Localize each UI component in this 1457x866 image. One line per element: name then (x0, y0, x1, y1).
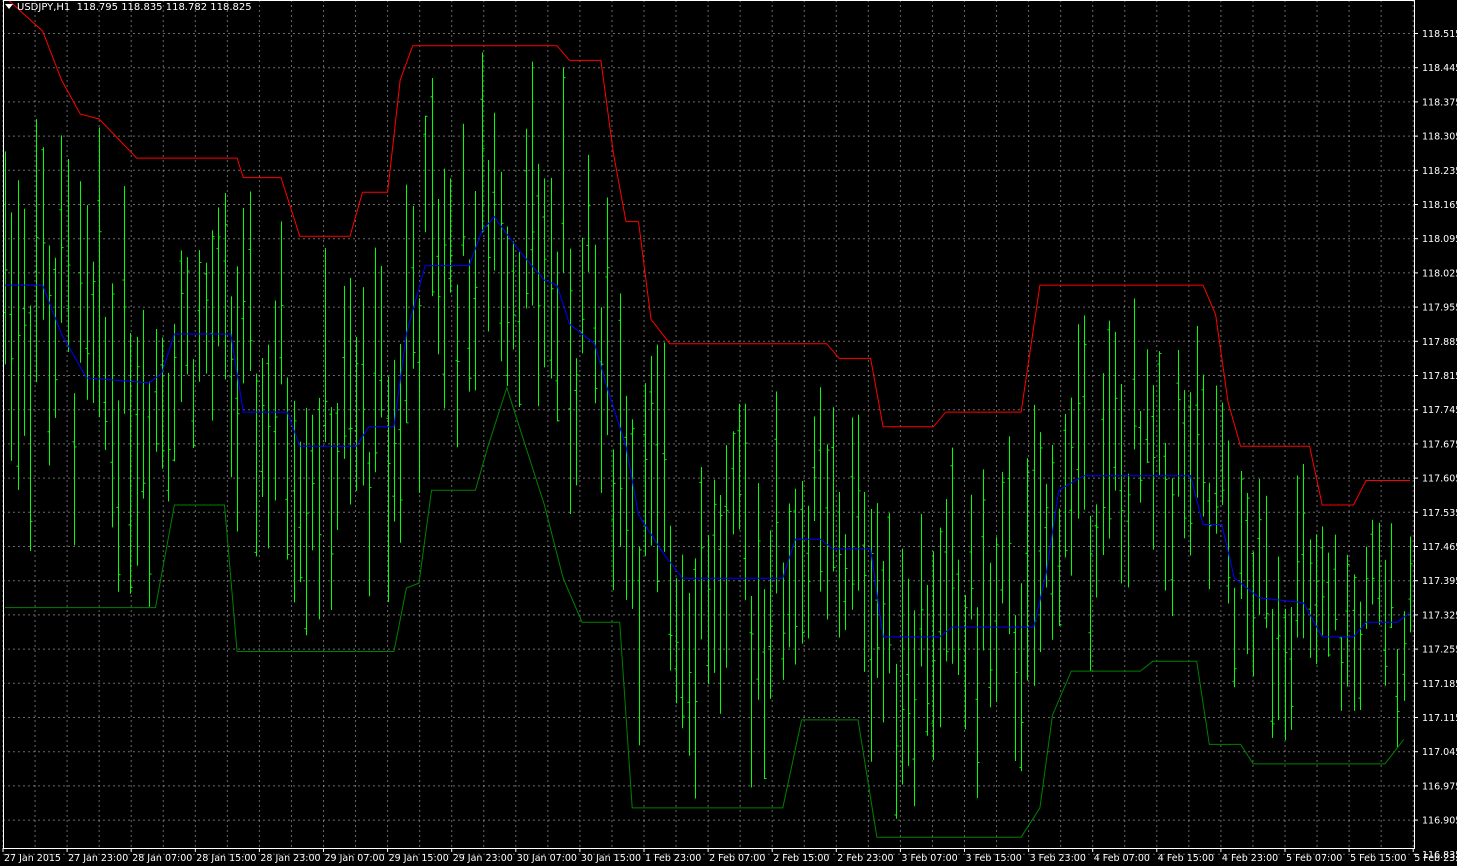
time-tick-label: 2 Feb 23:00 (837, 853, 893, 864)
price-tick-label: 118.025 (1422, 268, 1457, 279)
price-tick-label: 117.815 (1422, 371, 1457, 382)
price-tick-label: 118.165 (1422, 200, 1457, 211)
time-tick-label: 5 Feb 07:00 (1286, 853, 1342, 864)
price-tick-label: 118.375 (1422, 97, 1457, 108)
chart-header: USDJPY,H1 118.795 118.835 118.782 118.82… (3, 2, 252, 13)
price-tick-label: 117.395 (1422, 576, 1457, 587)
time-tick-label: 4 Feb 23:00 (1222, 853, 1278, 864)
price-tick-label: 118.445 (1422, 63, 1457, 74)
price-axis: 118.515 118.445 118.375 118.305 118.235 118.1… (1414, 29, 1457, 861)
time-tick-label: 28 Jan 23:00 (260, 853, 320, 864)
time-tick-label: 29 Jan 07:00 (325, 853, 385, 864)
lower-channel-line (5, 386, 1405, 838)
chart-grid (2, 0, 1414, 855)
price-tick-label: 117.325 (1422, 610, 1457, 621)
time-tick-label: 5 Feb 15:00 (1350, 853, 1406, 864)
time-tick-label: 29 Jan 23:00 (453, 853, 513, 864)
chart-frame (3, 0, 1415, 849)
time-tick-label: 30 Jan 07:00 (517, 853, 577, 864)
price-tick-label: 116.975 (1422, 781, 1457, 792)
time-tick-label: 28 Jan 15:00 (196, 853, 256, 864)
price-tick-label: 117.885 (1422, 337, 1457, 348)
time-tick-label: 27 Jan 23:00 (68, 853, 128, 864)
time-tick-label: 28 Jan 07:00 (132, 853, 192, 864)
price-tick-label: 116.905 (1422, 816, 1457, 827)
price-tick-label: 118.515 (1422, 29, 1457, 40)
time-tick-label: 3 Feb 15:00 (966, 853, 1022, 864)
ohlc-readout: 118.795 118.835 118.782 118.825 (76, 2, 252, 13)
dropdown-triangle-icon[interactable] (5, 4, 13, 9)
price-channels (5, 0, 1411, 838)
time-tick-label: 4 Feb 07:00 (1094, 853, 1150, 864)
time-tick-label: 3 Feb 23:00 (1030, 853, 1086, 864)
time-tick-label: 5 Feb 23:00 (1414, 853, 1457, 864)
price-tick-label: 118.235 (1422, 166, 1457, 177)
time-tick-label: 2 Feb 07:00 (709, 853, 765, 864)
price-tick-label: 117.605 (1422, 474, 1457, 485)
time-tick-label: 1 Feb 23:00 (645, 853, 701, 864)
time-tick-label: 27 Jan 2015 (4, 853, 61, 864)
price-tick-label: 117.955 (1422, 303, 1457, 314)
plot-border (3, 0, 1415, 849)
price-tick-label: 117.745 (1422, 405, 1457, 416)
price-tick-label: 117.465 (1422, 542, 1457, 553)
time-axis: 27 Jan 2015 27 Jan 23:00 28 Jan 07:00 28 Ja… (2, 848, 1457, 864)
price-tick-label: 117.255 (1422, 645, 1457, 656)
middle-channel-line (5, 215, 1411, 638)
price-tick-label: 117.045 (1422, 747, 1457, 758)
price-tick-label: 117.115 (1422, 713, 1457, 724)
time-tick-label: 2 Feb 15:00 (773, 853, 829, 864)
price-tick-label: 118.305 (1422, 132, 1457, 143)
time-tick-label: 4 Feb 15:00 (1158, 853, 1214, 864)
price-chart[interactable]: 118.515 118.445 118.375 118.305 118.235 118.1… (0, 0, 1457, 866)
time-tick-label: 29 Jan 15:00 (389, 853, 449, 864)
time-tick-label: 3 Feb 07:00 (901, 853, 957, 864)
price-tick-label: 117.185 (1422, 679, 1457, 690)
price-tick-label: 117.675 (1422, 439, 1457, 450)
symbol-label: USDJPY,H1 (17, 2, 71, 13)
price-tick-label: 118.095 (1422, 234, 1457, 245)
time-tick-label: 30 Jan 15:00 (581, 853, 641, 864)
upper-channel-line (7, 0, 1410, 506)
price-tick-label: 117.535 (1422, 508, 1457, 519)
